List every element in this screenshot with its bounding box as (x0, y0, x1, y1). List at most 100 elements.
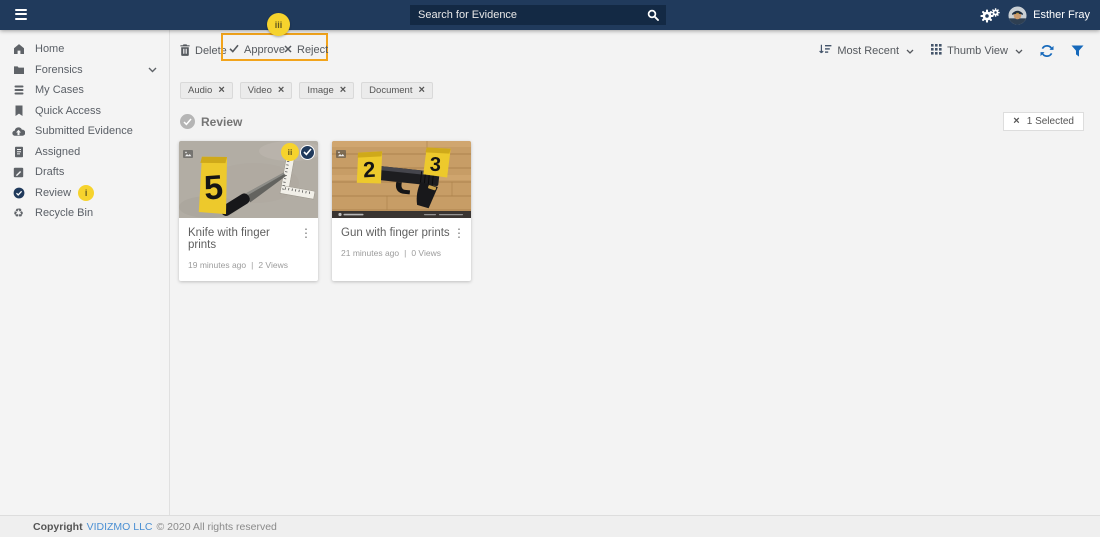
evidence-thumbnail[interactable]: 2 3 (332, 141, 471, 218)
company-link[interactable]: VIDIZMO LLC (87, 521, 153, 533)
sidebar-item-quick-access[interactable]: Quick Access (0, 101, 169, 122)
draft-edit-icon (12, 167, 25, 178)
evidence-title: Knife with finger prints (188, 227, 309, 251)
sidebar-item-review[interactable]: Review i (0, 183, 169, 204)
evidence-grid: 5 ii Knife with finger prints (171, 131, 1100, 281)
sidebar-item-submitted-evidence[interactable]: Submitted Evidence (0, 121, 169, 142)
sort-icon (819, 44, 832, 58)
filter-chip-audio[interactable]: Audio (180, 82, 233, 99)
search-input[interactable] (410, 9, 640, 21)
chevron-down-icon[interactable] (148, 64, 157, 76)
sidebar-item-label: Drafts (35, 166, 64, 178)
folder-icon (12, 64, 25, 76)
watermark-bar (332, 211, 471, 218)
filter-chips: Audio Video Image Document (171, 66, 1100, 99)
sidebar-item-drafts[interactable]: Drafts (0, 162, 169, 183)
annotation-step-badge: iii (267, 13, 290, 36)
meta-divider: | (251, 260, 253, 270)
x-icon[interactable] (1013, 116, 1019, 127)
clipboard-icon (12, 146, 25, 158)
search-icon[interactable] (640, 5, 666, 25)
sidebar-item-forensics[interactable]: Forensics (0, 60, 169, 81)
evidence-time: 21 minutes ago (341, 248, 399, 258)
search-bar (410, 5, 666, 25)
meta-divider: | (404, 248, 406, 258)
app-window: Esther Fray iii Home Forensics My Cases … (0, 0, 1100, 537)
toolbar: Delete Approve Reject Most Recent (171, 36, 1100, 66)
remove-icon[interactable] (218, 85, 224, 96)
hamburger-menu-icon[interactable] (15, 8, 27, 20)
kebab-menu-icon[interactable]: ⋮ (451, 225, 467, 241)
refresh-icon[interactable] (1040, 44, 1054, 58)
evidence-time: 19 minutes ago (188, 260, 246, 270)
filter-chip-image[interactable]: Image (299, 82, 354, 99)
evidence-title: Gun with finger prints (341, 227, 462, 239)
reject-button[interactable]: Reject (284, 44, 328, 56)
sidebar-item-label: Recycle Bin (35, 207, 93, 219)
image-type-icon (336, 145, 346, 163)
content-area: Delete Approve Reject Most Recent (171, 30, 1100, 515)
evidence-marker-number: 5 (203, 168, 225, 207)
evidence-views: 0 Views (411, 248, 441, 258)
annotation-step-badge: ii (281, 143, 299, 161)
x-icon (284, 44, 292, 56)
card-body: Knife with finger prints ⋮ 19 minutes ag… (179, 218, 318, 281)
recycle-icon: ♻ (12, 207, 25, 219)
sidebar-item-label: Home (35, 43, 64, 55)
review-section-icon (180, 114, 195, 129)
annotation-step-badge: i (78, 185, 94, 201)
sidebar-item-label: Submitted Evidence (35, 125, 133, 137)
image-type-icon (183, 145, 193, 163)
footer: Copyright VIDIZMO LLC © 2020 All rights … (0, 515, 1100, 537)
sidebar: Home Forensics My Cases Quick Access Sub… (0, 30, 170, 515)
sidebar-item-label: Assigned (35, 146, 80, 158)
view-dropdown[interactable]: Thumb View (931, 44, 1023, 58)
approve-button[interactable]: Approve (229, 44, 285, 56)
evidence-marker-number: 3 (429, 154, 441, 177)
cloud-upload-icon (12, 126, 25, 137)
evidence-card-knife[interactable]: 5 ii Knife with finger prints (179, 141, 318, 281)
sidebar-item-my-cases[interactable]: My Cases (0, 80, 169, 101)
evidence-views: 2 Views (258, 260, 288, 270)
remove-icon[interactable] (340, 85, 346, 96)
grid-icon (931, 44, 942, 58)
clear-selection-button[interactable]: 1 Selected (1003, 112, 1084, 131)
gun-photo: 2 3 (332, 141, 471, 218)
check-circle-icon (12, 187, 25, 199)
section-title: Review (201, 115, 242, 129)
top-bar-right: Esther Fray (980, 0, 1090, 30)
sidebar-item-label: Review (35, 187, 71, 199)
user-menu[interactable]: Esther Fray (1008, 6, 1090, 25)
evidence-thumbnail[interactable]: 5 ii (179, 141, 318, 218)
avatar (1008, 6, 1027, 25)
bookmark-icon (12, 105, 25, 117)
sidebar-item-home[interactable]: Home (0, 39, 169, 60)
check-icon (229, 44, 239, 56)
top-bar: Esther Fray (0, 0, 1100, 30)
evidence-meta: 19 minutes ago | 2 Views (188, 260, 309, 270)
sidebar-item-label: My Cases (35, 84, 84, 96)
remove-icon[interactable] (278, 85, 284, 96)
sidebar-item-recycle-bin[interactable]: ♻ Recycle Bin (0, 203, 169, 224)
filter-icon[interactable] (1071, 45, 1084, 57)
copyright-label: Copyright (33, 521, 83, 533)
section-header: Review 1 Selected (180, 112, 1084, 131)
remove-icon[interactable] (418, 85, 424, 96)
filter-chip-video[interactable]: Video (240, 82, 293, 99)
chevron-down-icon (1015, 45, 1023, 57)
card-body: Gun with finger prints ⋮ 21 minutes ago … (332, 218, 471, 269)
filter-chip-document[interactable]: Document (361, 82, 433, 99)
cases-stack-icon (12, 84, 25, 96)
kebab-menu-icon[interactable]: ⋮ (298, 225, 314, 241)
sidebar-item-assigned[interactable]: Assigned (0, 142, 169, 163)
selected-check-icon[interactable] (300, 145, 315, 160)
evidence-card-gun[interactable]: 2 3 (332, 141, 471, 281)
settings-gear-icon[interactable] (980, 8, 1000, 23)
toolbar-right: Most Recent Thumb View (819, 44, 1084, 58)
delete-button[interactable]: Delete (180, 44, 227, 59)
evidence-marker-number: 2 (362, 157, 376, 183)
sidebar-item-label: Forensics (35, 64, 83, 76)
trash-icon (180, 44, 190, 59)
sort-dropdown[interactable]: Most Recent (819, 44, 914, 58)
chevron-down-icon (906, 45, 914, 57)
